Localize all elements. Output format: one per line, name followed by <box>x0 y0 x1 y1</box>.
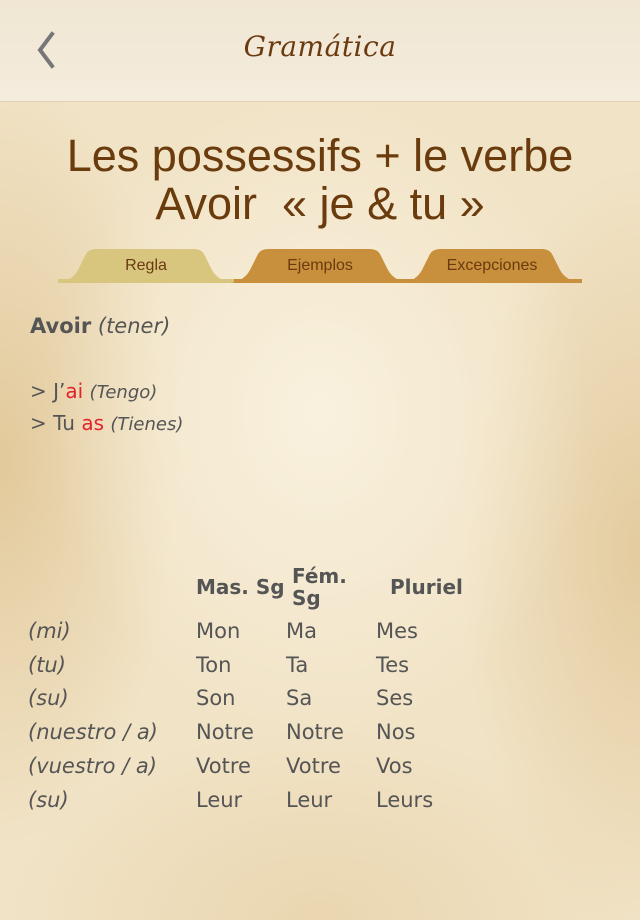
pronoun-cell: (nuestro / a) <box>28 720 158 745</box>
nav-title: Gramática <box>243 30 397 63</box>
table-row: (mi) Mon Ma Mes <box>28 614 490 648</box>
table-row: (nuestro / a) Notre Notre Nos <box>28 715 490 749</box>
cell: Ma <box>286 618 317 643</box>
cell: Notre <box>196 720 254 745</box>
pronoun-cell: (mi) <box>28 618 71 643</box>
header-cell: Mas. Sg <box>196 575 285 599</box>
tab-bar: Regla Ejemplos Excepciones <box>58 248 582 283</box>
example-prefix: > J’ <box>30 379 66 403</box>
verb-line: Avoir (tener) <box>30 314 170 338</box>
table-header-row: Mas. Sg Fém. Sg Pluriel <box>28 560 490 614</box>
page-title-line-2: Avoir « je & tu » <box>155 178 485 229</box>
table-row: (vuestro / a) Votre Votre Vos <box>28 749 490 783</box>
cell: Son <box>196 686 236 711</box>
cell: Leur <box>286 787 333 812</box>
cell: Votre <box>286 754 341 779</box>
cell: Sa <box>286 686 313 711</box>
table-row: (tu) Ton Ta Tes <box>28 648 490 682</box>
cell: Notre <box>286 720 344 745</box>
cell: Vos <box>376 754 413 779</box>
page-title: Les possessifs + le verbe Avoir « je & t… <box>0 132 640 228</box>
cell: Leur <box>196 787 243 812</box>
page-title-line-1: Les possessifs + le verbe <box>66 130 574 181</box>
tab-regla-label: Regla <box>125 257 167 274</box>
header-cell: Pluriel <box>390 575 463 599</box>
tab-excepciones-label: Excepciones <box>446 257 538 274</box>
tab-ejemplos-label: Ejemplos <box>287 257 353 274</box>
table-row: (su) Son Sa Ses <box>28 682 490 716</box>
navigation-bar: Gramática <box>0 0 640 102</box>
cell: Mon <box>196 618 241 643</box>
cell: Ta <box>286 652 309 677</box>
cell: Leurs <box>376 787 434 812</box>
example-verb: as <box>81 411 105 435</box>
cell: Ses <box>376 686 414 711</box>
pronoun-cell: (tu) <box>28 652 66 677</box>
cell: Ton <box>196 652 232 677</box>
cell: Tes <box>376 652 410 677</box>
possessives-table: Mas. Sg Fém. Sg Pluriel (mi) Mon Ma Mes … <box>28 560 490 817</box>
pronoun-cell: (vuestro / a) <box>28 754 157 779</box>
pronoun-cell: (su) <box>28 686 69 711</box>
pronoun-cell: (su) <box>28 787 69 812</box>
tab-regla[interactable]: Regla <box>58 248 234 283</box>
example-line: > Tu as (Tienes) <box>30 411 183 435</box>
table-row: (su) Leur Leur Leurs <box>28 783 490 817</box>
verb-name: Avoir <box>30 314 92 338</box>
verb-translation: (tener) <box>97 314 171 338</box>
example-translation: (Tienes) <box>110 414 184 435</box>
rule-content: Avoir (tener) <box>30 314 170 338</box>
example-translation: (Tengo) <box>89 382 158 403</box>
example-prefix: > Tu <box>30 411 82 435</box>
example-line: > J’ai (Tengo) <box>30 379 157 403</box>
cell: Nos <box>376 720 416 745</box>
cell: Votre <box>196 754 251 779</box>
cell: Mes <box>376 618 418 643</box>
header-cell: Fém. Sg <box>292 564 347 610</box>
example-verb: ai <box>65 379 84 403</box>
header-cell <box>28 560 196 614</box>
tab-ejemplos[interactable]: Ejemplos <box>230 248 410 283</box>
tab-excepciones[interactable]: Excepciones <box>402 248 582 283</box>
